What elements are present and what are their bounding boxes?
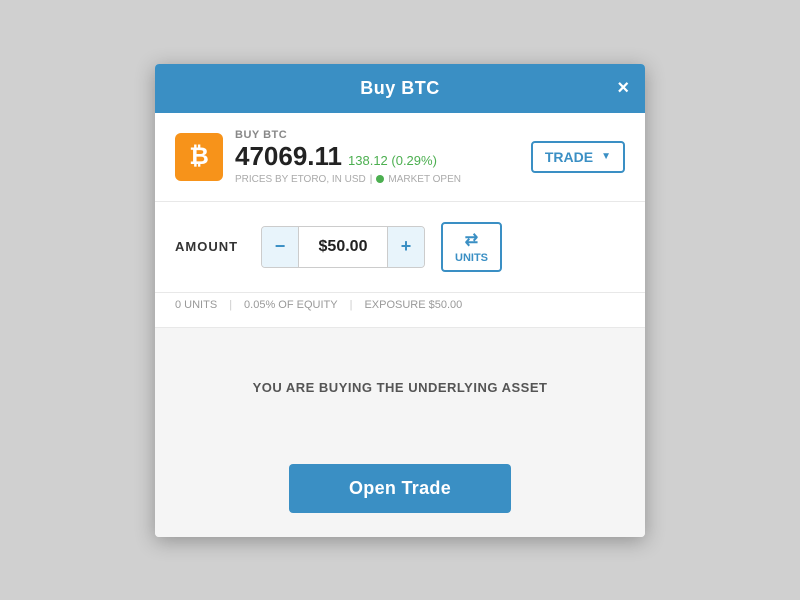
equity-pct: 0.05% OF EQUITY	[244, 299, 338, 311]
amount-label: AMOUNT	[175, 239, 245, 254]
prices-by-label: PRICES BY ETORO, IN USD	[235, 174, 366, 185]
separator-1: |	[229, 299, 232, 311]
asset-left: ₿ BUY BTC 47069.11 138.12 (0.29%) PRICES…	[175, 129, 461, 185]
amount-value: $50.00	[298, 227, 388, 267]
switch-icon: ⇄	[465, 230, 478, 250]
trade-dropdown[interactable]: TRADE ▼	[531, 141, 625, 173]
units-toggle-button[interactable]: ⇄ UNITS	[441, 222, 502, 272]
asset-meta: PRICES BY ETORO, IN USD | MARKET OPEN	[235, 174, 461, 185]
market-open-dot	[376, 175, 384, 183]
info-text: YOU ARE BUYING THE UNDERLYING ASSET	[253, 380, 548, 395]
modal-footer: Open Trade	[155, 448, 645, 537]
open-trade-button[interactable]: Open Trade	[289, 464, 511, 513]
asset-info: BUY BTC 47069.11 138.12 (0.29%) PRICES B…	[235, 129, 461, 185]
info-section: YOU ARE BUYING THE UNDERLYING ASSET	[155, 328, 645, 448]
asset-price: 47069.11	[235, 141, 342, 172]
buy-btc-modal: Buy BTC × ₿ BUY BTC 47069.11 138.12 (0.2…	[155, 64, 645, 537]
asset-buy-label: BUY BTC	[235, 129, 461, 141]
close-button[interactable]: ×	[617, 78, 629, 98]
units-count: 0 UNITS	[175, 299, 217, 311]
exposure: EXPOSURE $50.00	[364, 299, 462, 311]
modal-header: Buy BTC ×	[155, 64, 645, 113]
units-label: UNITS	[455, 252, 488, 264]
market-status: MARKET OPEN	[388, 174, 461, 185]
amount-controls: − $50.00 +	[261, 226, 425, 268]
decrease-button[interactable]: −	[262, 227, 298, 267]
asset-change: 138.12 (0.29%)	[348, 153, 437, 168]
trade-label: TRADE	[545, 149, 593, 165]
amount-details: 0 UNITS | 0.05% OF EQUITY | EXPOSURE $50…	[155, 293, 645, 328]
separator-2: |	[350, 299, 353, 311]
modal-title: Buy BTC	[360, 78, 440, 99]
separator: |	[370, 174, 373, 185]
btc-icon: ₿	[175, 133, 223, 181]
asset-section: ₿ BUY BTC 47069.11 138.12 (0.29%) PRICES…	[155, 113, 645, 202]
chevron-down-icon: ▼	[601, 151, 611, 162]
increase-button[interactable]: +	[388, 227, 424, 267]
amount-section: AMOUNT − $50.00 + ⇄ UNITS	[155, 202, 645, 293]
asset-price-row: 47069.11 138.12 (0.29%)	[235, 141, 461, 172]
